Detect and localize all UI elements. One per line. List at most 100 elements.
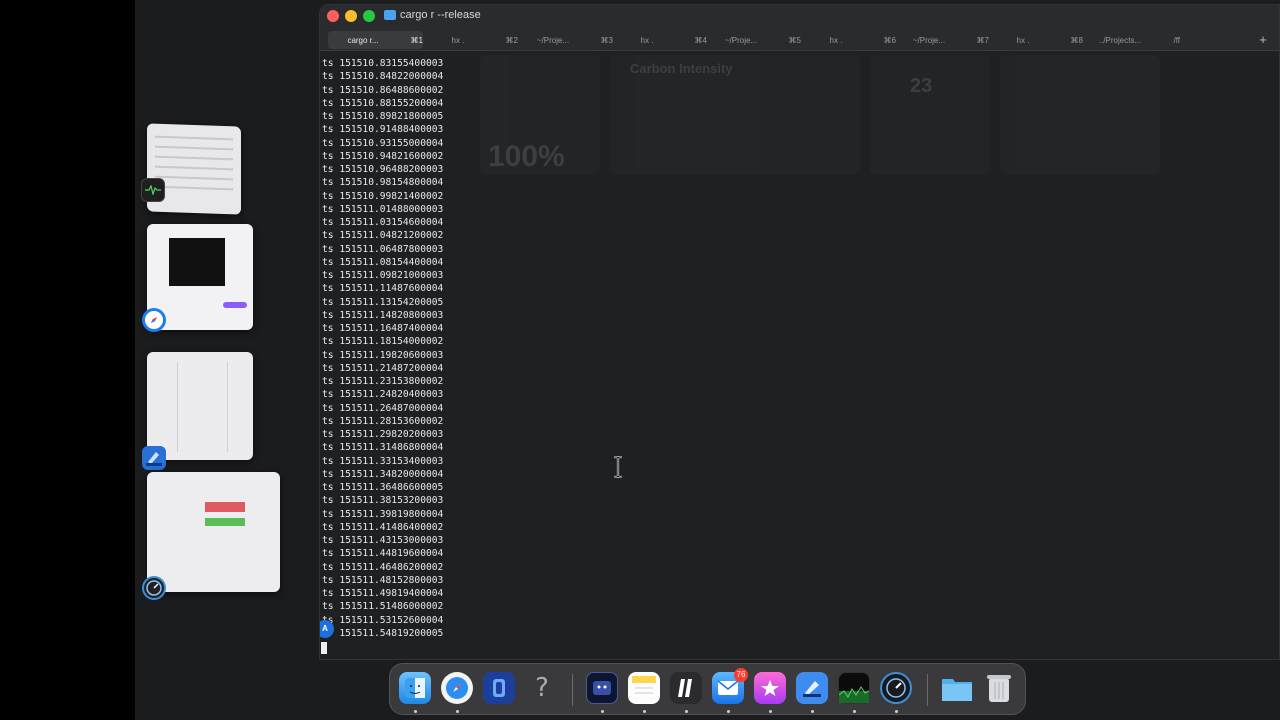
output-line: ts 151510.88155200004 (322, 97, 444, 109)
tab-3[interactable]: ~/Proje... ⌘3 (518, 31, 613, 49)
output-line: ts 151511.24820400003 (322, 389, 444, 401)
tab-label: hx . (829, 36, 843, 45)
notes-icon[interactable] (628, 672, 660, 704)
tab-label: ~/Proje... (724, 36, 758, 45)
output-line: ts 151510.94821600002 (322, 150, 444, 162)
dock-separator (572, 674, 573, 706)
output-line: ts 151511.49819400004 (322, 588, 444, 599)
trash-icon[interactable] (983, 672, 1015, 704)
finder-icon[interactable] (399, 672, 431, 704)
tab-shortcut: /ff (1173, 36, 1180, 45)
background-widget-overlay (470, 55, 1170, 185)
tab-6[interactable]: hx . ⌘6 (801, 31, 896, 49)
tab-shortcut: ⌘1 (410, 36, 423, 45)
output-line: ts 151511.43153000003 (322, 535, 444, 546)
output-line: ts 151510.84822000004 (322, 71, 444, 83)
reeder-star-icon[interactable] (754, 672, 786, 704)
output-line: ts 151511.19820600003 (322, 349, 444, 361)
tab-1[interactable]: cargo r... ⌘1 (328, 31, 423, 49)
activity-monitor-icon[interactable] (838, 672, 870, 704)
running-indicator (414, 710, 417, 713)
output-line: ts 151511.29820200003 (322, 429, 444, 440)
running-indicator (853, 710, 856, 713)
tab-5[interactable]: ~/Proje... ⌘5 (706, 31, 801, 49)
output-line: ts 151511.06487800003 (322, 243, 444, 255)
background-number: 23 (910, 75, 933, 97)
running-indicator (727, 710, 730, 713)
close-button[interactable] (327, 10, 339, 22)
output-line: ts 151511.01488000003 (322, 203, 444, 215)
output-line: ts 151511.14820800003 (322, 309, 444, 321)
output-line: ts 151511.16487400004 (322, 323, 444, 334)
background-title: Carbon Intensity (630, 61, 733, 76)
screen: cargo r --release cargo r... ⌘1 hx . ⌘2 ~/… (0, 0, 1280, 720)
output-line: ts 151511.09821000003 (322, 270, 444, 281)
zoom-button[interactable] (363, 10, 375, 22)
running-indicator (643, 710, 646, 713)
tab-7[interactable]: ~/Proje... ⌘7 (894, 31, 989, 49)
output-line: ts 151511.38153200003 (322, 495, 444, 507)
dock: ? 76 (389, 663, 1026, 715)
output-line: ts 151511.34820000004 (322, 468, 444, 480)
help-icon[interactable]: ? (526, 672, 558, 704)
output-line: ts 151511.04821200002 (322, 230, 444, 242)
output-line: ts 151511.51486000002 (322, 601, 444, 613)
stage-thumbnail-xcode[interactable] (147, 352, 253, 460)
helix-icon[interactable] (670, 672, 702, 704)
tab-2[interactable]: hx . ⌘2 (423, 31, 518, 49)
new-tab-button[interactable]: + (1255, 32, 1271, 48)
window-titlebar[interactable]: cargo r --release (320, 5, 1279, 29)
blue-app-icon[interactable] (483, 672, 515, 704)
ibeam-cursor-icon (614, 456, 622, 478)
downloads-folder-icon[interactable] (941, 672, 973, 704)
mail-unread-badge: 76 (734, 668, 748, 682)
tab-label: hx . (451, 36, 465, 45)
tab-label: ../Projects... (1098, 36, 1142, 45)
output-line: ts 151510.86488600002 (322, 84, 444, 96)
output-line: ts 151510.93155000004 (322, 137, 444, 149)
output-line: ts 151511.11487600004 (322, 283, 444, 295)
stage-thumbnail-instruments[interactable] (147, 472, 280, 592)
output-line: ts 151511.53152600004 (322, 614, 444, 626)
safari-icon[interactable] (441, 672, 473, 704)
tab-bar: cargo r... ⌘1 hx . ⌘2 ~/Proje... ⌘3 hx . ⌘4 … (320, 29, 1279, 51)
xcode-beta-icon[interactable] (796, 672, 828, 704)
output-line: ts 151510.99821400002 (322, 190, 444, 202)
output-line: ts 151510.96488200003 (322, 164, 444, 175)
running-indicator (685, 710, 688, 713)
instruments-icon (142, 576, 166, 600)
output-line: ts 151510.89821800005 (322, 111, 444, 122)
tab-shortcut: ⌘2 (505, 36, 518, 45)
output-line: ts 151510.91488400003 (322, 124, 444, 136)
minimize-button[interactable] (345, 10, 357, 22)
output-line: ts 151511.33153400003 (322, 455, 444, 467)
tab-8[interactable]: hx . ⌘8 (988, 31, 1083, 49)
output-line: ts 151511.41486400002 (322, 521, 444, 533)
output-line: ts 151511.03154600004 (322, 217, 444, 228)
output-line: ts 151511.44819600004 (322, 548, 444, 560)
output-line: ts 151511.23153800002 (322, 376, 444, 387)
instruments-beta-icon[interactable] (880, 672, 912, 704)
running-indicator (895, 710, 898, 713)
activity-monitor-icon (141, 178, 165, 202)
folder-icon (384, 10, 396, 20)
output-line: ts 151511.46486200002 (322, 561, 444, 573)
terminal-window[interactable]: cargo r --release cargo r... ⌘1 hx . ⌘2 ~/… (319, 4, 1280, 660)
tab-label: ~/Proje... (536, 36, 570, 45)
output-line: ts 151511.31486800004 (322, 442, 444, 454)
running-indicator (811, 710, 814, 713)
tab-4[interactable]: hx . ⌘4 (612, 31, 707, 49)
tab-9[interactable]: ../Projects... /ff (1085, 31, 1180, 49)
tab-shortcut: ⌘5 (788, 36, 801, 45)
output-line: ts 151510.83155400003 (322, 58, 444, 69)
terminal-app-icon[interactable] (586, 672, 618, 704)
terminal-output[interactable]: ts 151510.83155400003 ts 151510.848220000… (322, 57, 443, 640)
xcode-beta-icon (142, 446, 166, 470)
tab-label: hx . (640, 36, 654, 45)
desktop-left-margin (0, 0, 135, 720)
running-indicator (769, 710, 772, 713)
output-line: ts 151511.28153600002 (322, 415, 444, 427)
safari-icon (142, 308, 166, 332)
output-line: ts 151511.13154200005 (322, 296, 444, 308)
output-line: ts 151511.21487200004 (322, 362, 444, 374)
